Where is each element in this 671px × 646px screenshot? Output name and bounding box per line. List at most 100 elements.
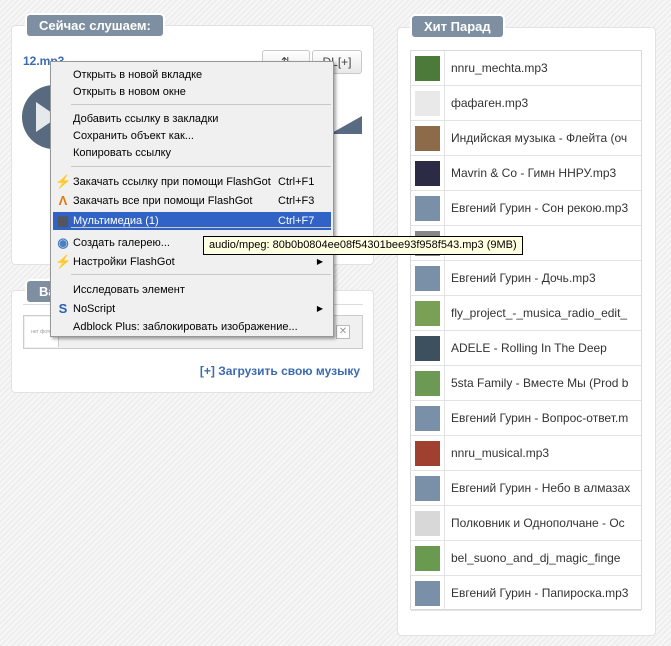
- menu-item[interactable]: Исследовать элемент: [53, 281, 331, 299]
- track-thumbnail: [415, 266, 440, 291]
- menu-separator: [71, 104, 331, 105]
- track-name[interactable]: Mavrin & Co - Гимн ННРУ.mp3: [451, 166, 633, 180]
- menu-item[interactable]: Adblock Plus: заблокировать изображение.…: [53, 318, 331, 336]
- track-thumbnail: [415, 91, 440, 116]
- list-item[interactable]: Индийская музыка - Флейта (оч: [411, 121, 641, 156]
- menu-item-label: Создать галерею...: [73, 237, 170, 249]
- list-item[interactable]: Евгений Гурин - Небо в алмазах: [411, 471, 641, 506]
- track-thumbnail: [415, 336, 440, 361]
- menu-item-label: Исследовать элемент: [73, 284, 185, 296]
- track-thumbnail: [415, 161, 440, 186]
- divider: [444, 401, 445, 436]
- track-thumbnail: [415, 406, 440, 431]
- track-name[interactable]: ADELE - Rolling In The Deep: [451, 341, 633, 355]
- menu-item[interactable]: Добавить ссылку в закладки: [53, 110, 331, 128]
- track-name[interactable]: Евгений Гурин - Вопрос-ответ.m: [451, 411, 633, 425]
- list-item[interactable]: фафаген.mp3: [411, 86, 641, 121]
- menu-item-shortcut: Ctrl+F3: [278, 195, 315, 207]
- menu-item-label: Копировать ссылку: [73, 147, 172, 159]
- waveform: [330, 116, 362, 134]
- list-item[interactable]: Полковник и Однополчане - Ос: [411, 506, 641, 541]
- track-name[interactable]: Евгений Гурин - Небо в алмазах: [451, 481, 633, 495]
- menu-item[interactable]: ⚡ Закачать ссылку при помощи FlashGot Ctrl…: [53, 173, 331, 191]
- menu-item[interactable]: Копировать ссылку: [53, 144, 331, 162]
- menu-item[interactable]: S NoScript ▶: [53, 300, 331, 318]
- menu-item-label: Adblock Plus: заблокировать изображение.…: [73, 321, 298, 333]
- track-name[interactable]: Евгений Гурин - Папироска.mp3: [451, 586, 633, 600]
- menu-item-shortcut: Ctrl+F1: [278, 176, 315, 188]
- divider: [444, 296, 445, 331]
- flashgot-all-icon: Λ: [58, 193, 68, 208]
- list-item[interactable]: Евгений Гурин - Дочь.mp3: [411, 261, 641, 296]
- submenu-arrow-icon: ▶: [316, 304, 323, 313]
- menu-item-label: Мультимедиа (1): [73, 215, 159, 227]
- menu-separator: [71, 274, 331, 275]
- divider: [444, 506, 445, 541]
- track-name[interactable]: fly_project_-_musica_radio_edit_: [451, 306, 633, 320]
- list-item[interactable]: bel_suono_and_dj_magic_finge: [411, 541, 641, 576]
- flashgot-settings-icon: ⚡: [55, 254, 72, 269]
- menu-item[interactable]: Открыть в новом окне: [53, 83, 331, 101]
- divider: [444, 366, 445, 401]
- track-name[interactable]: nnru_musical.mp3: [451, 446, 633, 460]
- list-item[interactable]: Евгений Гурин - Папироска.mp3: [411, 576, 641, 611]
- gallery-icon: ◉: [57, 235, 69, 250]
- menu-item[interactable]: Λ Закачать все при помощи FlashGot Ctrl+F3: [53, 192, 331, 210]
- submenu-arrow-icon: ▶: [316, 257, 323, 266]
- menu-item-label: Открыть в новом окне: [73, 86, 186, 98]
- divider: [444, 121, 445, 156]
- flashgot-icon: ⚡: [55, 174, 72, 189]
- list-item[interactable]: nnru_mechta.mp3: [411, 51, 641, 86]
- divider: [444, 191, 445, 226]
- menu-item-label: NoScript: [73, 303, 116, 315]
- menu-item-label: Открыть в новой вкладке: [73, 69, 203, 81]
- divider: [444, 331, 445, 366]
- hit-parade-title: Хит Парад: [412, 16, 503, 37]
- noscript-icon: S: [58, 301, 68, 316]
- list-item[interactable]: 5sta Family - Вместе Мы (Prod b: [411, 366, 641, 401]
- tooltip: audio/mpeg: 80b0b0804ee08f54301bee93f958…: [203, 236, 523, 255]
- track-thumbnail: [415, 476, 440, 501]
- menu-item-label: Сохранить объект как...: [73, 130, 194, 142]
- track-name[interactable]: фафаген.mp3: [451, 96, 633, 110]
- list-item[interactable]: Евгений Гурин - Сон рекою.mp3: [411, 191, 641, 226]
- context-menu: Открыть в новой вкладке Открыть в новом о…: [50, 61, 334, 337]
- menu-item[interactable]: ⚡ Настройки FlashGot ▶: [53, 253, 331, 271]
- track-name[interactable]: Полковник и Однополчане - Ос: [451, 516, 633, 530]
- track-name[interactable]: nnru_mechta.mp3: [451, 61, 633, 75]
- track-thumbnail: [415, 301, 440, 326]
- hit-list: nnru_mechta.mp3 фафаген.mp3 Индийская музы…: [410, 50, 642, 611]
- track-thumbnail: [415, 196, 440, 221]
- divider: [444, 576, 445, 611]
- track-name[interactable]: Евгений Гурин - Дочь.mp3: [451, 271, 633, 285]
- track-thumbnail: [415, 581, 440, 606]
- track-name[interactable]: bel_suono_and_dj_magic_finge: [451, 551, 633, 565]
- menu-item-label: Закачать ссылку при помощи FlashGot: [73, 176, 271, 188]
- track-name[interactable]: Индийская музыка - Флейта (оч: [451, 131, 633, 145]
- divider: [444, 51, 445, 86]
- track-name[interactable]: Евгений Гурин - Сон рекою.mp3: [451, 201, 633, 215]
- divider: [444, 541, 445, 576]
- list-item[interactable]: Евгений Гурин - Вопрос-ответ.m: [411, 401, 641, 436]
- track-thumbnail: [415, 441, 440, 466]
- multimedia-icon: ▦: [56, 213, 70, 228]
- menu-item-label: Настройки FlashGot: [73, 256, 175, 268]
- upload-music-link[interactable]: [+] Загрузить свою музыку: [200, 364, 360, 378]
- track-thumbnail: [415, 56, 440, 81]
- divider: [444, 471, 445, 506]
- list-item[interactable]: nnru_musical.mp3: [411, 436, 641, 471]
- list-item[interactable]: ADELE - Rolling In The Deep: [411, 331, 641, 366]
- divider: [444, 86, 445, 121]
- track-thumbnail: [415, 546, 440, 571]
- divider: [444, 436, 445, 471]
- menu-item[interactable]: Открыть в новой вкладке: [53, 66, 331, 84]
- list-item[interactable]: fly_project_-_musica_radio_edit_: [411, 296, 641, 331]
- divider: [444, 156, 445, 191]
- list-item[interactable]: Mavrin & Co - Гимн ННРУ.mp3: [411, 156, 641, 191]
- menu-item[interactable]: Сохранить объект как...: [53, 127, 331, 145]
- remove-icon[interactable]: ✕: [336, 325, 350, 339]
- menu-separator: [71, 227, 331, 228]
- track-thumbnail: [415, 371, 440, 396]
- track-name[interactable]: 5sta Family - Вместе Мы (Prod b: [451, 376, 633, 390]
- divider: [444, 261, 445, 296]
